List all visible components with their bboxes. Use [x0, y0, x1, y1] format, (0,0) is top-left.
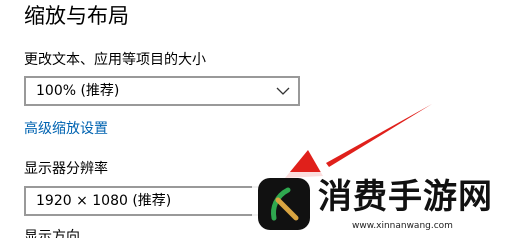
- orientation-label: 显示方向: [24, 229, 80, 238]
- resolution-label: 显示器分辨率: [24, 161, 108, 177]
- advanced-scaling-link[interactable]: 高级缩放设置: [24, 119, 108, 139]
- chevron-down-icon: [276, 87, 290, 95]
- watermark-brand: 消费手游网: [318, 177, 493, 217]
- watermark-url: www.xinnanwang.com: [352, 221, 453, 231]
- arrow-shaft: [326, 104, 432, 167]
- scale-label: 更改文本、应用等项目的大小: [24, 52, 206, 68]
- resolution-dropdown-value: 1920 × 1080 (推荐): [36, 193, 172, 209]
- watermark: 消费手游网 www.xinnanwang.com: [252, 172, 505, 238]
- scale-dropdown-value: 100% (推荐): [36, 83, 120, 99]
- section-title-scale-layout: 缩放与布局: [24, 4, 129, 28]
- leaf-logo-icon: [258, 178, 310, 230]
- scale-dropdown[interactable]: 100% (推荐): [24, 76, 300, 106]
- display-settings-page: 缩放与布局 更改文本、应用等项目的大小 100% (推荐) 高级缩放设置 显示器…: [0, 0, 505, 238]
